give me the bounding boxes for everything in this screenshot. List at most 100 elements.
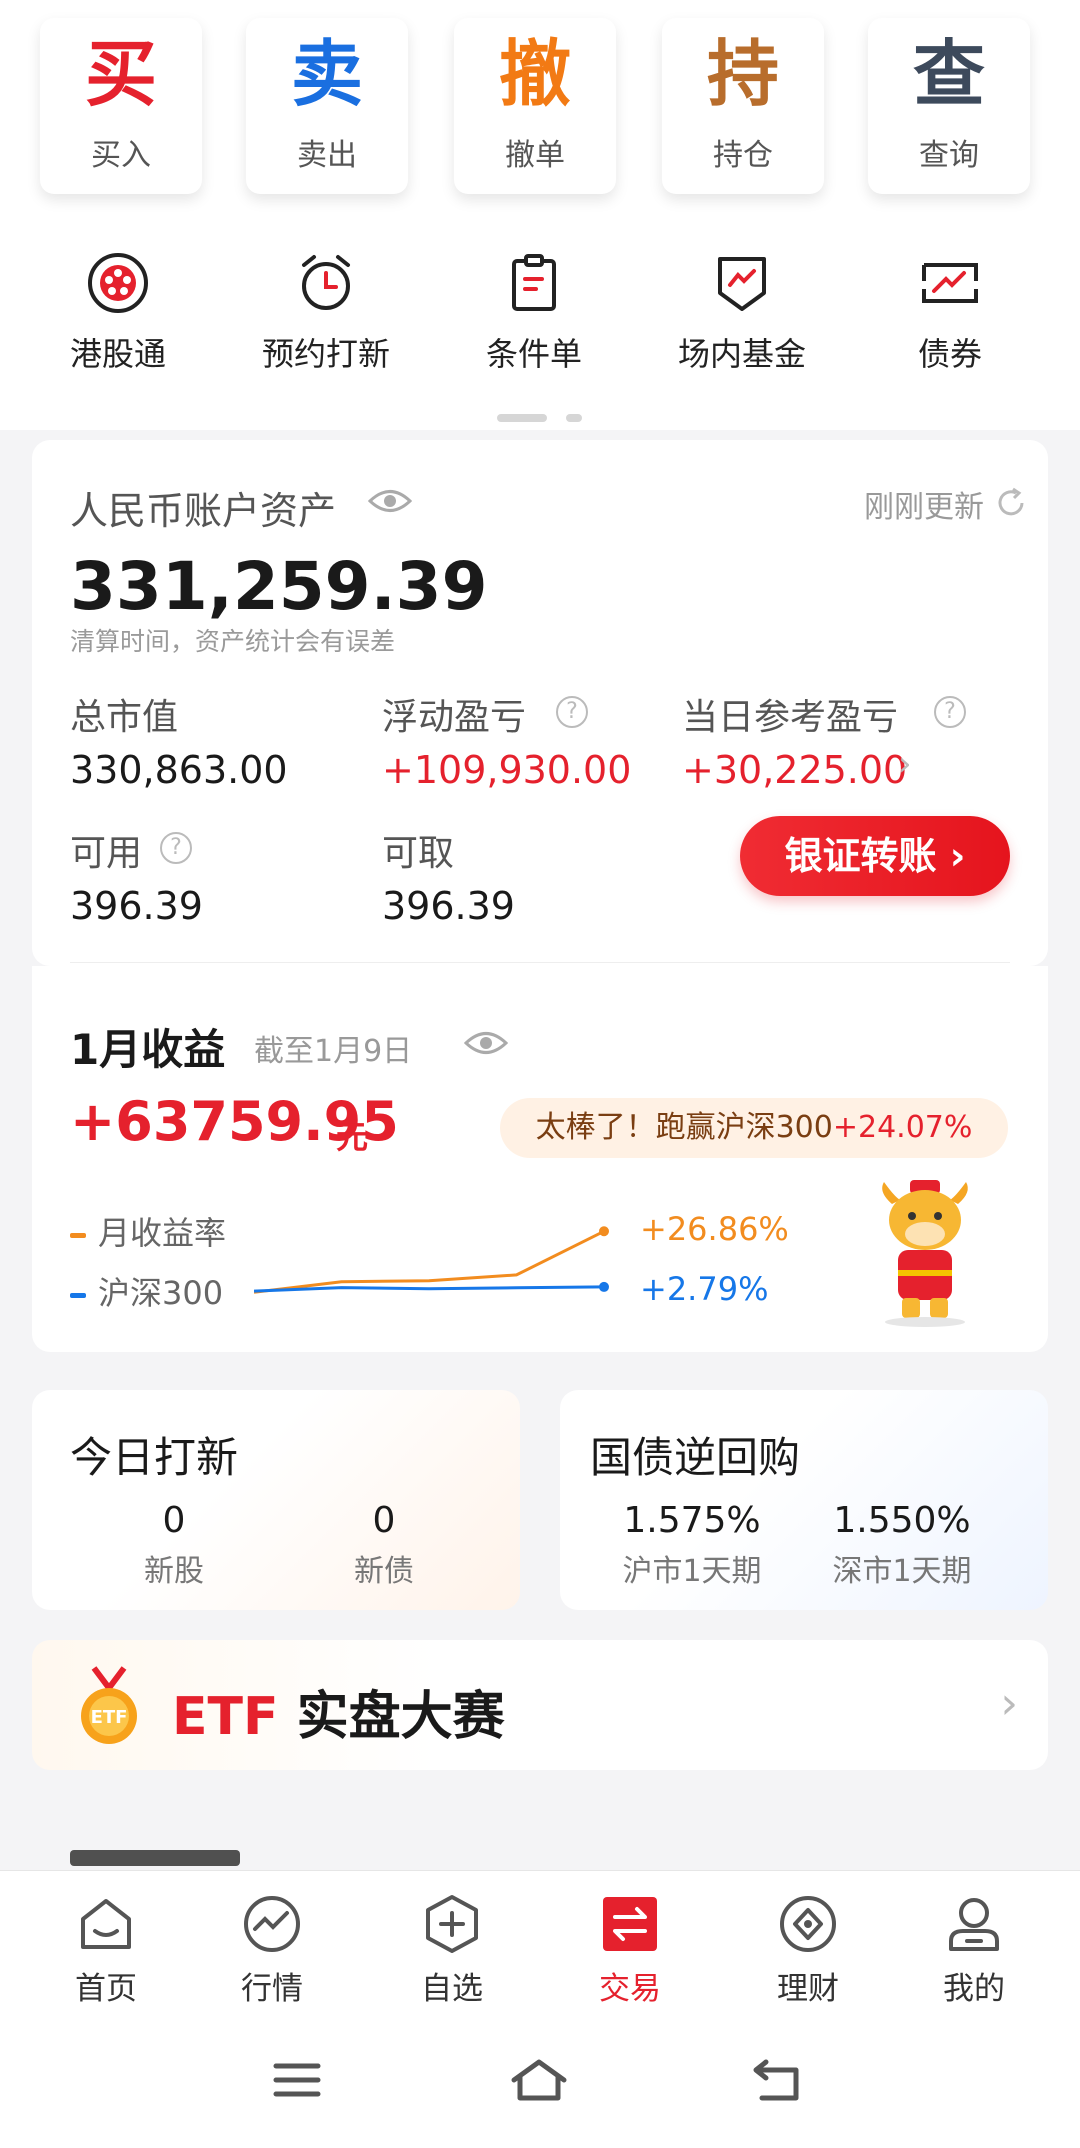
nav-wealth[interactable]: 理财 [738, 1893, 878, 2008]
nav-label: 交易 [599, 1971, 661, 2007]
sh-repo-rate: 1.575% [623, 1500, 761, 1541]
bubble-text: 太棒了！跑赢沪深300 [535, 1110, 833, 1145]
nav-market[interactable]: 行情 [202, 1893, 342, 2008]
monthly-income-card[interactable]: 1月收益 截至1月9日 +63759.95 元 太棒了！跑赢沪深300+24.0… [32, 966, 1048, 1352]
system-navigation-bar [0, 2018, 1080, 2148]
income-unit: 元 [336, 1118, 369, 1156]
help-icon[interactable]: ? [556, 696, 588, 728]
nav-watchlist[interactable]: 自选 [382, 1893, 522, 2008]
index-return-pct: +2.79% [640, 1270, 769, 1308]
buy-label: 买入 [91, 138, 151, 173]
legend-index-label: 沪深300 [98, 1274, 224, 1312]
wealth-icon [780, 1896, 836, 1952]
etf-cn: 实盘大赛 [296, 1687, 505, 1747]
market-value-label: 总市值 [70, 697, 179, 738]
bank-securities-transfer-button[interactable]: 银证转账 › [740, 816, 1010, 896]
quick-item-conditional-order[interactable]: 条件单 [434, 251, 634, 375]
query-button[interactable]: 查 查询 [868, 18, 1030, 194]
quick-label: 债券 [917, 335, 982, 373]
new-bonds-label: 新债 [354, 1554, 414, 1589]
market-value: 330,863.00 [70, 748, 288, 792]
today-ipo-card[interactable]: 今日打新 0 新股 0 新债 [32, 1390, 520, 1610]
sh-repo-label: 沪市1天期 [622, 1554, 762, 1589]
daily-pl-label: 当日参考盈亏 [682, 697, 899, 738]
quick-item-ipo-reservation[interactable]: 预约打新 [226, 251, 426, 375]
new-stocks-label: 新股 [144, 1554, 204, 1589]
refresh-icon[interactable] [994, 486, 1028, 520]
cancel-char: 撤 [498, 32, 571, 116]
legend-swatch-blue [70, 1292, 86, 1298]
series-line-0 [254, 1229, 605, 1294]
quick-item-hk-connect[interactable]: 港股通 [18, 251, 218, 375]
watchlist-icon [426, 1895, 478, 1953]
sell-label: 卖出 [297, 138, 357, 173]
help-icon[interactable]: ? [160, 832, 192, 864]
quick-entries: 港股通 预约打新 条件单 场内基金 债券 [0, 215, 1080, 430]
profile-icon [949, 1898, 999, 1951]
quick-label: 条件单 [485, 335, 582, 373]
trade-icon [603, 1897, 657, 1951]
floating-pl-value: +109,930.00 [382, 748, 632, 792]
legend-swatch-orange [70, 1232, 86, 1238]
total-assets-value: 331,259.39 [70, 548, 488, 625]
bubble-value: +24.07% [832, 1110, 973, 1145]
hk-bauhinia-icon [88, 253, 148, 313]
income-as-of: 截至1月9日 [254, 1034, 413, 1069]
repo-title: 国债逆回购 [590, 1433, 801, 1482]
system-home-icon[interactable] [510, 2058, 568, 2102]
treasury-repo-card[interactable]: 国债逆回购 1.575% 沪市1天期 1.550% 深市1天期 [560, 1390, 1048, 1610]
nav-label: 首页 [75, 1971, 137, 2007]
nav-home[interactable]: 首页 [36, 1893, 176, 2008]
back-icon[interactable] [752, 2058, 802, 2102]
fund-shield-icon [718, 257, 766, 311]
outperform-bubble: 太棒了！跑赢沪深300+24.07% [500, 1098, 1008, 1158]
nav-label: 我的 [943, 1971, 1005, 2007]
nav-label: 理财 [777, 1971, 839, 2007]
medal-icon: ETF [81, 1666, 137, 1744]
buy-button[interactable]: 买 买入 [40, 18, 202, 194]
positions-label: 持仓 [713, 138, 773, 173]
eye-icon[interactable] [368, 486, 412, 516]
series-line-1 [254, 1285, 605, 1293]
eye-icon[interactable] [464, 1028, 508, 1058]
quick-item-bonds[interactable]: 债券 [850, 251, 1050, 375]
page-indicator [497, 407, 583, 426]
transfer-label: 银证转账 [784, 834, 937, 878]
cancel-order-button[interactable]: 撤 撤单 [454, 18, 616, 194]
buy-char: 买 [84, 32, 157, 116]
alarm-clock-icon [302, 255, 350, 310]
available-label: 可用 [70, 833, 143, 874]
account-assets-card: 人民币账户资产 刚刚更新 331,259.39 清算时间，资产统计会有误差 总市… [32, 440, 1048, 966]
help-icon[interactable]: ? [934, 696, 966, 728]
etf-en: ETF [172, 1687, 279, 1747]
nav-trade[interactable]: 交易 [560, 1893, 700, 2008]
series-end-point-1 [599, 1281, 609, 1292]
sell-button[interactable]: 卖 卖出 [246, 18, 408, 194]
sell-char: 卖 [290, 32, 363, 116]
cancel-label: 撤单 [505, 138, 565, 173]
legend-monthly-label: 月收益率 [98, 1214, 227, 1252]
chevron-right-icon: › [949, 834, 966, 878]
nav-profile[interactable]: 我的 [904, 1893, 1044, 2008]
etf-contest-banner[interactable]: ETF ETF 实盘大赛 › [32, 1640, 1048, 1770]
quick-label: 场内基金 [677, 335, 806, 373]
svg-text:ETF: ETF [91, 1707, 128, 1728]
bond-chart-icon [922, 263, 978, 303]
available-value: 396.39 [70, 884, 203, 928]
etf-banner-title: ETF 实盘大赛 [172, 1674, 505, 1749]
quick-item-exchange-fund[interactable]: 场内基金 [642, 251, 842, 375]
income-sparkline [254, 1226, 609, 1294]
daily-pl-value[interactable]: +30,225.00 [682, 748, 907, 792]
update-status: 刚刚更新 [864, 490, 984, 525]
legend-monthly: 月收益率 [70, 1208, 226, 1254]
menu-icon[interactable] [272, 2058, 322, 2102]
market-icon [244, 1896, 300, 1952]
sz-repo-label: 深市1天期 [832, 1554, 972, 1589]
positions-button[interactable]: 持 持仓 [662, 18, 824, 194]
new-stocks-count: 0 [162, 1500, 186, 1541]
quick-label: 港股通 [69, 335, 166, 373]
withdrawable-label: 可取 [382, 833, 455, 874]
monthly-return-pct: +26.86% [640, 1210, 789, 1248]
withdrawable-value: 396.39 [382, 884, 515, 928]
page-dot [566, 414, 583, 422]
